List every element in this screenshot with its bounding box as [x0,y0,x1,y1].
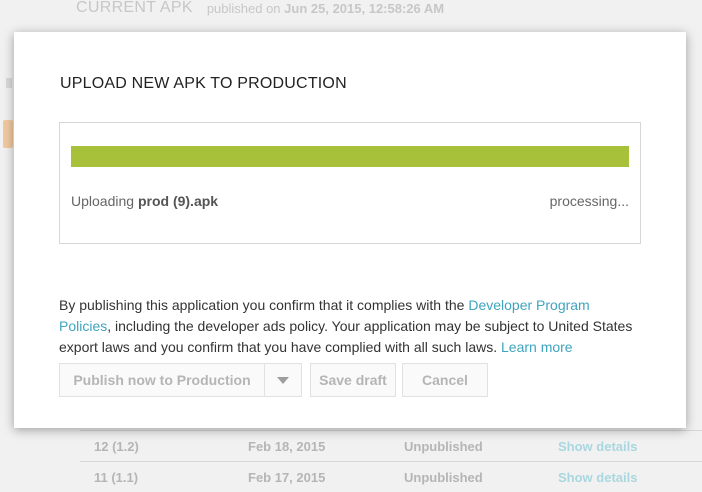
upload-progress-bar [71,146,629,167]
row-date: Feb 17, 2015 [248,469,326,485]
learn-more-link[interactable]: Learn more [501,339,573,355]
current-apk-header: CURRENT APK published on Jun 25, 2015, 1… [76,0,444,16]
policy-text-start: By publishing this application you confi… [59,297,469,313]
current-apk-label: CURRENT APK [76,0,193,16]
show-details-link[interactable]: Show details [558,470,637,485]
row-status: Unpublished [404,469,483,485]
publish-options-dropdown[interactable] [264,363,302,397]
upload-progress-fill [71,146,629,167]
row-status: Unpublished [404,438,483,454]
sidebar-icon [6,78,12,88]
save-draft-button[interactable]: Save draft [310,363,396,397]
published-info: published on Jun 25, 2015, 12:58:26 AM [207,1,444,16]
sidebar-highlight-icon [3,120,13,148]
table-row: 11 (1.1) Feb 17, 2015 Unpublished Show d… [80,461,702,492]
policy-notice: By publishing this application you confi… [59,295,639,358]
row-date: Feb 18, 2015 [248,438,326,454]
publish-to-production-button[interactable]: Publish now to Production [59,363,265,397]
row-version: 12 (1.2) [94,438,139,454]
dialog-actions: Publish now to Production Save draft Can… [59,363,488,397]
upload-status-prefix: Uploading [71,193,135,209]
upload-status: Uploading prod (9).apk [71,193,218,209]
published-prefix: published on [206,0,281,16]
published-date: Jun 25, 2015, 12:58:26 AM [284,0,445,16]
upload-apk-dialog: UPLOAD NEW APK TO PRODUCTION Uploading p… [14,32,686,428]
apk-history-table: 12 (1.2) Feb 18, 2015 Unpublished Show d… [80,430,702,492]
dialog-title: UPLOAD NEW APK TO PRODUCTION [60,75,347,92]
upload-panel: Uploading prod (9).apk processing... [59,122,641,244]
table-row: 12 (1.2) Feb 18, 2015 Unpublished Show d… [80,430,702,461]
row-version: 11 (1.1) [94,469,139,485]
caret-down-icon [277,376,289,384]
cancel-button[interactable]: Cancel [402,363,488,397]
show-details-link[interactable]: Show details [558,439,637,454]
processing-status: processing... [549,193,629,209]
upload-file-name: prod (9).apk [137,193,219,209]
